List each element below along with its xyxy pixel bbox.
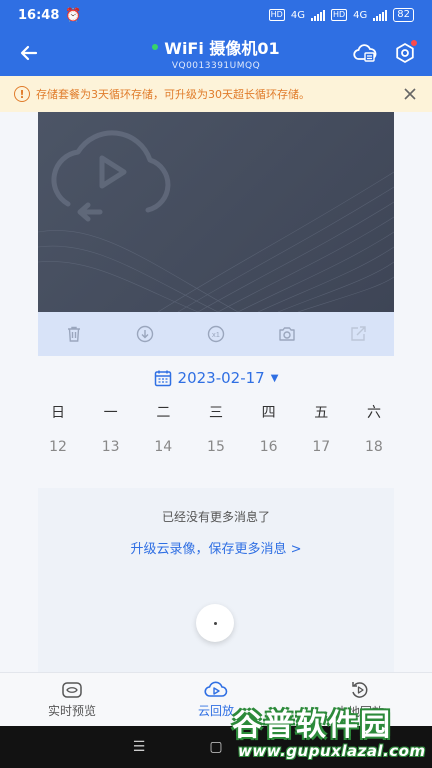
warning-icon: ! bbox=[14, 86, 30, 102]
signal-icon-1 bbox=[310, 9, 325, 21]
home-button[interactable]: ▢ bbox=[207, 738, 225, 756]
settings-badge-dot bbox=[411, 40, 417, 46]
recent-apps-button[interactable]: ☰ bbox=[130, 738, 148, 756]
week-col-5[interactable]: 五 17 bbox=[301, 400, 341, 460]
network-label-1: 4G bbox=[290, 9, 305, 21]
app-header: WiFi 摄像机01 VQ0013391UMQQ bbox=[0, 30, 432, 76]
week-col-3[interactable]: 三 15 bbox=[196, 400, 236, 460]
week-col-6[interactable]: 六 18 bbox=[354, 400, 394, 460]
floating-action-button[interactable] bbox=[196, 604, 234, 642]
weekday-label: 四 bbox=[261, 405, 276, 421]
status-time: 16:48 bbox=[18, 7, 60, 23]
speed-icon: x1 bbox=[207, 325, 225, 343]
storage-notice-text: 存储套餐为3天循环存储，可升级为30天超长循环存储。 bbox=[36, 88, 310, 101]
playback-toolbar: x1 bbox=[38, 312, 394, 356]
cloud-storage-button[interactable] bbox=[350, 38, 380, 68]
close-notice-button[interactable] bbox=[398, 82, 422, 106]
eye-icon bbox=[62, 681, 82, 698]
hd-badge-1: HD bbox=[268, 9, 285, 21]
no-more-messages-text: 已经没有更多消息了 bbox=[161, 510, 270, 524]
alarm-icon: ⏰ bbox=[65, 7, 82, 23]
watermark-title: 谷普软件园 bbox=[232, 708, 392, 743]
network-label-2: 4G bbox=[353, 9, 368, 21]
week-strip: 日 12 一 13 二 14 三 15 四 16 五 17 六 18 bbox=[38, 400, 394, 460]
video-player[interactable] bbox=[38, 112, 394, 312]
day-number: 15 bbox=[207, 439, 225, 455]
weekday-label: 六 bbox=[366, 405, 381, 421]
day-number: 13 bbox=[101, 439, 120, 455]
weekday-label: 一 bbox=[103, 405, 118, 421]
storage-notice-banner[interactable]: ! 存储套餐为3天循环存储，可升级为30天超长循环存储。 bbox=[0, 76, 432, 112]
tab-live-preview[interactable]: 实时预览 bbox=[0, 673, 144, 726]
online-status-dot bbox=[152, 44, 159, 50]
playback-speed-button[interactable]: x1 bbox=[201, 319, 231, 349]
weekday-label: 五 bbox=[314, 405, 329, 421]
cloud-playback-icon bbox=[51, 130, 171, 222]
calendar-icon bbox=[154, 370, 171, 387]
day-number: 17 bbox=[312, 439, 331, 455]
status-right: HD 4G HD 4G 82 bbox=[268, 8, 414, 22]
signal-icon-2 bbox=[373, 9, 388, 21]
week-col-0[interactable]: 日 12 bbox=[38, 400, 78, 460]
speed-label: x1 bbox=[212, 330, 220, 339]
share-icon bbox=[351, 326, 367, 341]
trash-icon bbox=[67, 326, 80, 342]
close-icon bbox=[404, 88, 416, 100]
cloud-play-icon bbox=[204, 680, 228, 697]
weekday-label: 二 bbox=[156, 405, 171, 421]
week-col-2[interactable]: 二 14 bbox=[143, 400, 183, 460]
download-icon bbox=[136, 325, 153, 343]
site-watermark: 谷普软件园 www.gupuxlazal.com bbox=[232, 700, 428, 764]
upgrade-cloud-link[interactable]: 升级云录像，保存更多消息 > bbox=[38, 538, 394, 557]
week-col-4[interactable]: 四 16 bbox=[249, 400, 289, 460]
camera-icon bbox=[279, 327, 295, 341]
tab-live-preview-label: 实时预览 bbox=[47, 703, 96, 718]
week-col-1[interactable]: 一 13 bbox=[91, 400, 131, 460]
day-number: 16 bbox=[259, 439, 278, 455]
settings-button[interactable] bbox=[390, 38, 420, 68]
loader-dot bbox=[213, 621, 217, 625]
weekday-label: 日 bbox=[51, 405, 65, 421]
status-bar: 16:48 ⏰ HD 4G HD 4G 82 bbox=[0, 0, 432, 30]
share-button[interactable] bbox=[343, 319, 373, 349]
cloud-storage-icon bbox=[353, 44, 377, 62]
weekday-label: 三 bbox=[208, 405, 223, 421]
download-button[interactable] bbox=[130, 319, 160, 349]
day-number: 14 bbox=[154, 439, 173, 455]
tab-cloud-playback-label: 云回放 bbox=[197, 703, 234, 718]
battery-indicator: 82 bbox=[393, 8, 414, 22]
hd-badge-2: HD bbox=[330, 9, 348, 21]
day-number: 18 bbox=[365, 439, 383, 455]
replay-icon bbox=[352, 681, 368, 698]
event-list-panel[interactable]: 已经没有更多消息了 升级云录像，保存更多消息 > bbox=[38, 488, 394, 672]
date-picker[interactable]: 2023-02-17 ▼ bbox=[0, 364, 432, 392]
watermark-url: www.gupuxlazal.com bbox=[238, 742, 426, 760]
selected-date: 2023-02-17 bbox=[177, 369, 265, 387]
device-title: WiFi 摄像机01 bbox=[164, 39, 280, 58]
video-placeholder-graphic bbox=[38, 130, 394, 312]
device-title-row: WiFi 摄像机01 bbox=[152, 35, 280, 59]
chevron-down-icon: ▼ bbox=[270, 372, 279, 384]
day-number: 12 bbox=[49, 439, 67, 455]
delete-button[interactable] bbox=[59, 319, 89, 349]
screenshot-button[interactable] bbox=[272, 319, 302, 349]
